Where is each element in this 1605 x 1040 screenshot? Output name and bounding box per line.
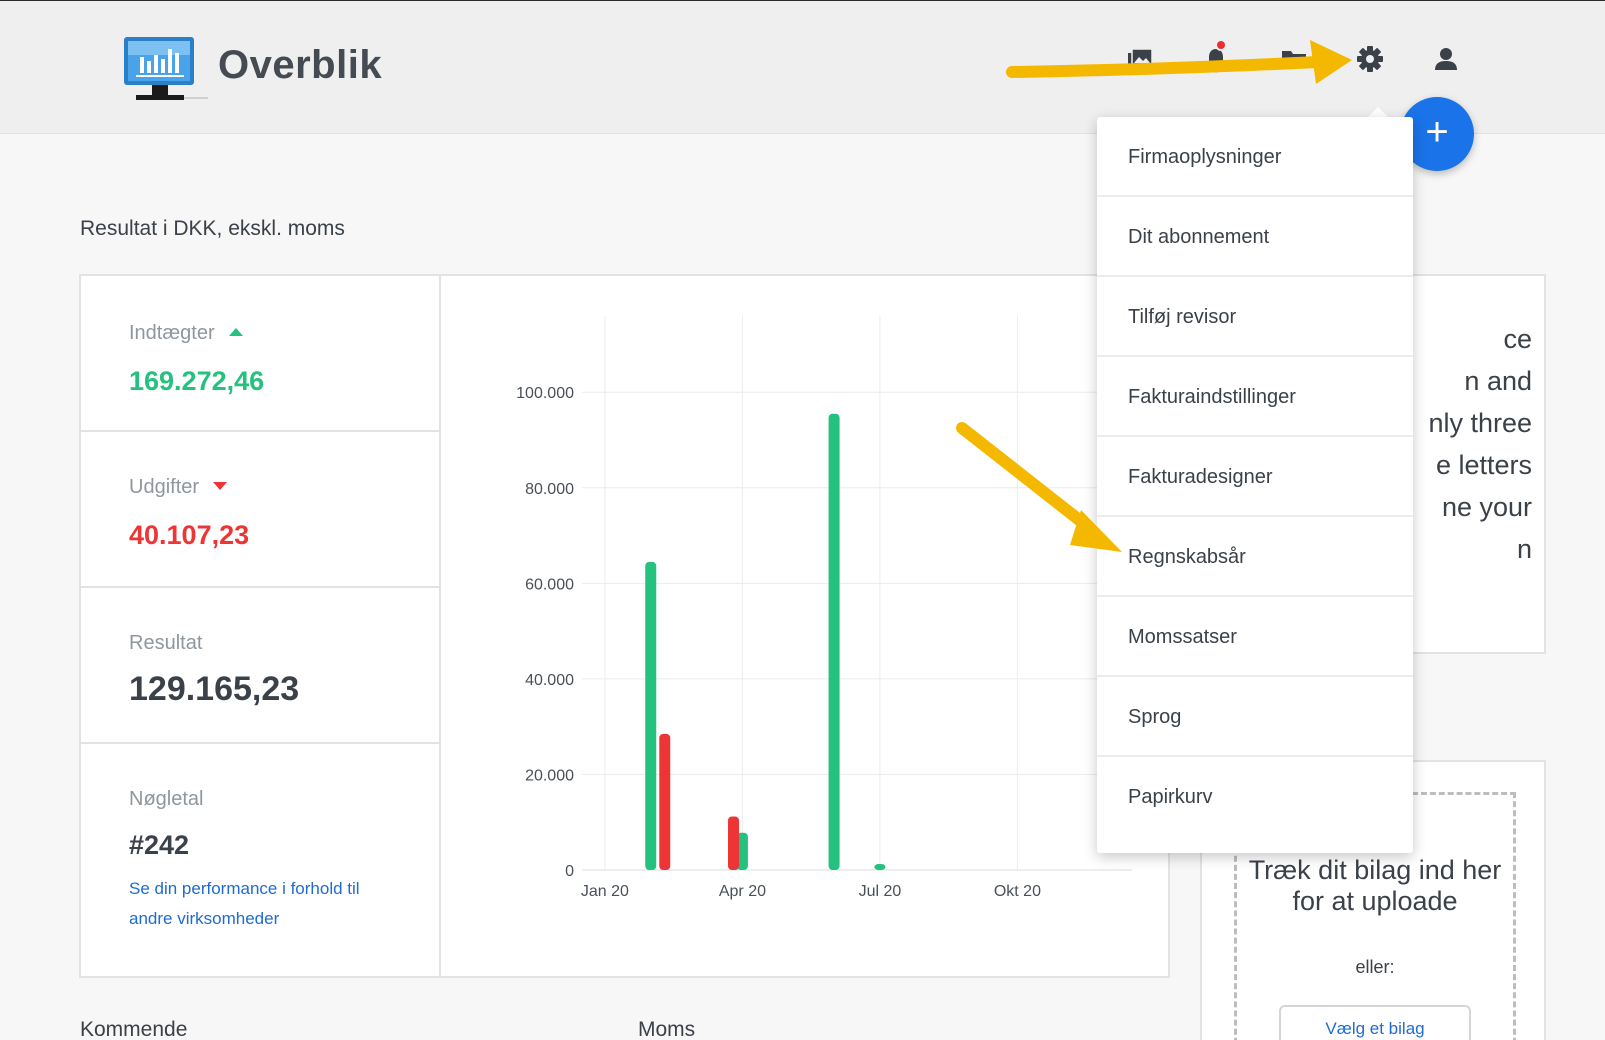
income-bar [645,561,657,870]
notification-badge [1215,39,1227,51]
trend-down-icon [213,481,228,490]
user-icon[interactable] [1432,45,1460,73]
x-tick-label: Okt 20 [994,883,1041,900]
y-tick-label: 80.000 [525,481,574,498]
upcoming-heading: Kommende [80,1018,188,1040]
income-stat: Indtægter 169.272,46 [81,276,439,432]
dropzone-text: Træk dit bilag ind her for at uploade [1248,855,1502,916]
y-tick-label: 100.000 [516,385,574,402]
y-tick-label: 40.000 [525,672,574,689]
income-bar [874,864,886,870]
settings-menu-item[interactable]: Fakturadesigner [1097,437,1413,517]
income-value: 169.272,46 [129,366,265,396]
photos-icon[interactable] [1126,45,1154,73]
settings-menu-item[interactable]: Regnskabsår [1097,517,1413,597]
x-tick-label: Jan 20 [581,883,629,900]
income-bar [828,413,840,870]
expenses-bar [659,733,671,870]
performance-link[interactable]: Se din performance i forhold til andre v… [129,874,399,934]
keyfigures-stat: Nøgletal #242 Se din performance i forho… [81,744,439,976]
expenses-label: Udgifter [129,476,228,499]
keyfigures-value: #242 [129,830,190,860]
result-stat: Resultat 129.165,23 [81,588,439,744]
expenses-value: 40.107,23 [129,520,250,550]
x-tick-label: Jul 20 [859,883,902,900]
y-tick-label: 20.000 [525,767,574,784]
top-bar: Overblik [0,0,1605,134]
settings-menu-item[interactable]: Dit abonnement [1097,197,1413,277]
settings-menu-item[interactable]: Papirkurv [1097,757,1413,837]
keyfigures-label: Nøgletal [129,788,204,810]
expenses-bar [728,816,739,870]
y-tick-label: 0 [565,863,574,880]
settings-menu-item[interactable]: Fakturaindstillinger [1097,357,1413,437]
dropdown-caret [1368,107,1388,117]
results-card: Indtægter 169.272,46 Udgifter 40.107,23 … [79,274,1170,978]
y-tick-label: 60.000 [525,576,574,593]
choose-file-button[interactable]: Vælg et bilag [1279,1005,1471,1040]
dashboard-logo-icon [124,37,208,100]
income-label: Indtægter [129,322,243,345]
page-title: Overblik [218,43,383,87]
trend-up-icon [228,327,243,336]
result-value: 129.165,23 [129,670,300,708]
folder-icon[interactable] [1280,45,1308,73]
settings-menu: Firmaoplysninger Dit abonnement Tilføj rev… [1097,117,1413,853]
settings-menu-item[interactable]: Tilføj revisor [1097,277,1413,357]
result-chart: 0 20.000 40.000 60.000 80.000 100.000 Jan 20 Ap… [516,316,1132,900]
expenses-stat: Udgifter 40.107,23 [81,432,439,588]
gear-icon[interactable] [1356,45,1384,73]
result-label: Resultat [129,632,203,654]
settings-menu-item[interactable]: Firmaoplysninger [1097,117,1413,197]
x-tick-label: Apr 20 [719,883,766,900]
vat-heading: Moms [638,1018,696,1040]
settings-menu-item[interactable]: Sprog [1097,677,1413,757]
dropzone-or: eller: [1355,957,1395,977]
settings-menu-item[interactable]: Momssatser [1097,597,1413,677]
stats-column: Indtægter 169.272,46 Udgifter 40.107,23 … [81,276,441,976]
section-title: Resultat i DKK, ekskl. moms [80,217,345,240]
